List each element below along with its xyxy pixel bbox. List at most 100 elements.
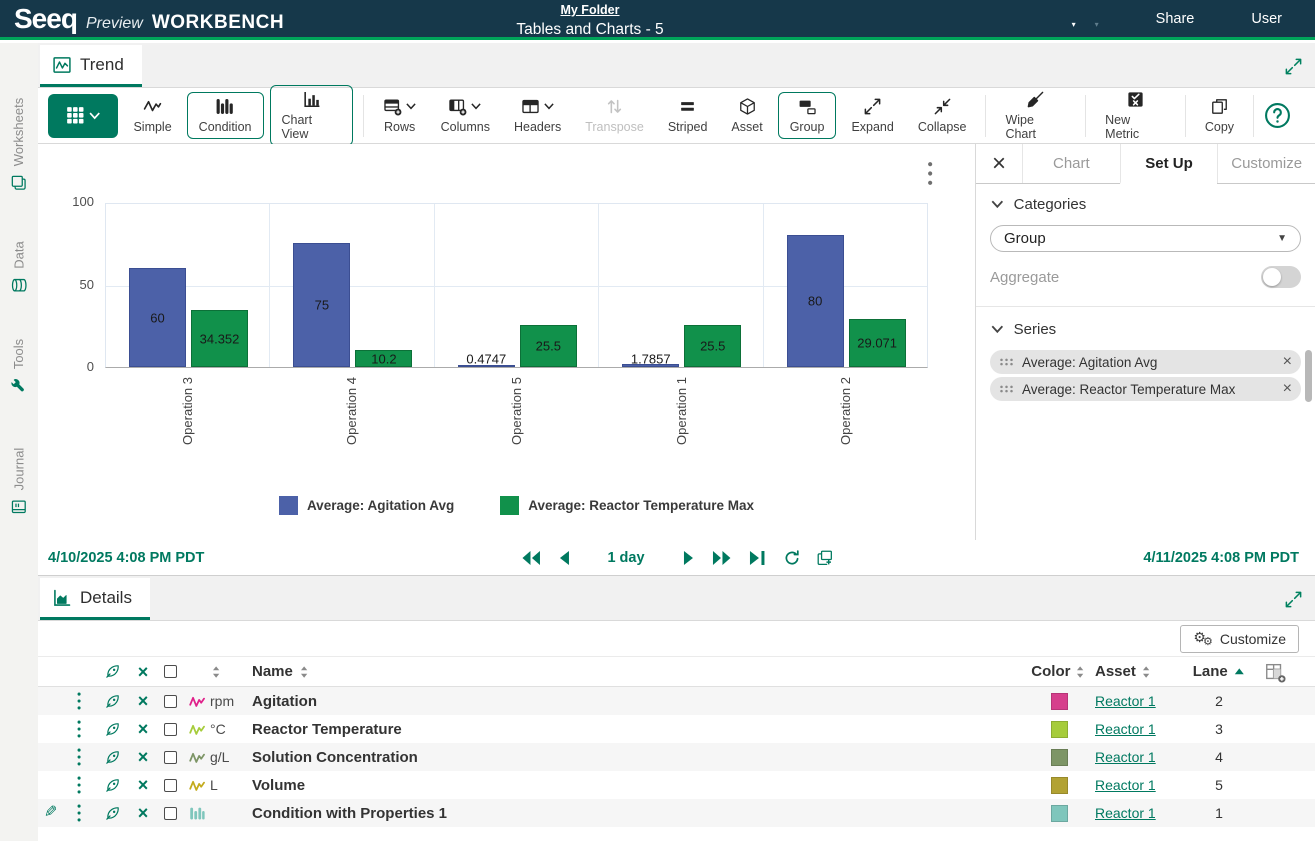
range-duration[interactable]: 1 day: [607, 550, 644, 566]
item-name[interactable]: Solution Concentration: [252, 749, 418, 766]
item-name[interactable]: Agitation: [252, 693, 317, 710]
drag-handle-icon[interactable]: [999, 357, 1014, 367]
table-row-solution-concentration[interactable]: ×g/LSolution ConcentrationReactor 14: [38, 743, 1315, 771]
close-panel-icon[interactable]: ×: [976, 144, 1022, 183]
series-chip[interactable]: Average: Agitation Avg×: [990, 350, 1301, 374]
auto-update-icon[interactable]: [783, 549, 801, 567]
panel-tab-customize[interactable]: Customize: [1217, 144, 1315, 183]
row-checkbox[interactable]: [164, 779, 177, 792]
sidebar-item-tools[interactable]: Tools: [0, 315, 38, 417]
remove-item-icon[interactable]: ×: [138, 748, 149, 766]
investigate-rocket-icon[interactable]: [104, 777, 121, 794]
table-row-condition-with-properties-1[interactable]: ✎×Condition with Properties 1Reactor 11: [38, 799, 1315, 827]
striped-button[interactable]: Striped: [659, 92, 717, 139]
simple-button[interactable]: Simple: [124, 92, 180, 139]
collapse-button[interactable]: Collapse: [909, 92, 976, 139]
condition-button[interactable]: Condition: [187, 92, 264, 139]
rows-button[interactable]: Rows: [374, 92, 426, 139]
item-name[interactable]: Reactor Temperature: [252, 721, 402, 738]
sidebar-item-worksheets[interactable]: Worksheets: [0, 69, 38, 219]
row-menu-kebab-icon[interactable]: [76, 747, 82, 767]
color-swatch[interactable]: [1051, 805, 1068, 822]
range-end-time[interactable]: 4/11/2025 4:08 PM PDT: [1143, 550, 1299, 566]
row-menu-kebab-icon[interactable]: [76, 775, 82, 795]
row-checkbox[interactable]: [164, 695, 177, 708]
sidebar-item-journal[interactable]: Journal: [0, 417, 38, 545]
step-back-half-icon[interactable]: [556, 549, 570, 567]
asset-link[interactable]: Reactor 1: [1095, 777, 1156, 793]
row-menu-kebab-icon[interactable]: [76, 691, 82, 711]
color-column-header[interactable]: Color: [1031, 663, 1070, 680]
duplicate-schedule-icon[interactable]: [816, 549, 834, 567]
user-menu-button[interactable]: User: [1245, 8, 1282, 30]
asset-column-header[interactable]: Asset: [1095, 663, 1136, 680]
row-menu-kebab-icon[interactable]: [76, 803, 82, 823]
expand-trend-icon[interactable]: [1284, 57, 1303, 76]
item-name[interactable]: Volume: [252, 777, 305, 794]
undo-button[interactable]: ▾: [1070, 8, 1076, 30]
expand-details-icon[interactable]: [1284, 590, 1303, 609]
row-checkbox[interactable]: [164, 751, 177, 764]
copy-button[interactable]: Copy: [1196, 92, 1243, 139]
row-menu-kebab-icon[interactable]: [76, 719, 82, 739]
share-button[interactable]: Share: [1150, 8, 1195, 30]
seeq-logo[interactable]: Seeq Preview WORKBENCH: [14, 3, 284, 35]
remove-item-icon[interactable]: ×: [138, 804, 149, 822]
remove-series-icon[interactable]: ×: [1283, 354, 1292, 370]
tab-trend[interactable]: Trend: [40, 45, 142, 87]
row-checkbox[interactable]: [164, 807, 177, 820]
remove-all-icon[interactable]: ×: [138, 663, 149, 681]
aggregate-toggle[interactable]: [1261, 266, 1301, 288]
asset-link[interactable]: Reactor 1: [1095, 749, 1156, 765]
sort-name-icon[interactable]: [298, 665, 310, 679]
item-name[interactable]: Condition with Properties 1: [252, 805, 447, 822]
wipe-chart-button[interactable]: Wipe Chart: [996, 85, 1075, 146]
panel-tab-chart[interactable]: Chart: [1022, 144, 1120, 183]
step-back-full-icon[interactable]: [519, 549, 541, 567]
color-swatch[interactable]: [1051, 749, 1068, 766]
sort-asset-icon[interactable]: [1140, 665, 1152, 679]
investigate-rocket-icon[interactable]: [104, 805, 121, 822]
redo-button[interactable]: ▾: [1093, 8, 1099, 30]
color-swatch[interactable]: [1051, 777, 1068, 794]
remove-series-icon[interactable]: ×: [1283, 381, 1292, 397]
add-column-icon[interactable]: [1264, 661, 1286, 683]
asset-button[interactable]: Asset: [722, 92, 771, 139]
name-column-header[interactable]: Name: [252, 663, 293, 680]
customize-button[interactable]: ⚙⚙ Customize: [1180, 625, 1299, 653]
tab-details[interactable]: Details: [40, 578, 150, 620]
expand-button[interactable]: Expand: [842, 92, 902, 139]
color-swatch[interactable]: [1051, 693, 1068, 710]
lane-column-header[interactable]: Lane: [1193, 663, 1228, 680]
series-section-header[interactable]: Series: [990, 321, 1301, 338]
table-grid-button[interactable]: [48, 94, 118, 138]
range-start-time[interactable]: 4/10/2025 4:08 PM PDT: [48, 550, 204, 566]
chart-menu-kebab-icon[interactable]: [926, 160, 934, 187]
table-row-reactor-temperature[interactable]: ×°CReactor TemperatureReactor 13: [38, 715, 1315, 743]
group-category-select[interactable]: Group ▼: [990, 225, 1301, 252]
asset-link[interactable]: Reactor 1: [1095, 805, 1156, 821]
investigate-rocket-icon[interactable]: [104, 693, 121, 710]
new-metric-button[interactable]: New Metric: [1096, 85, 1175, 146]
asset-link[interactable]: Reactor 1: [1095, 693, 1156, 709]
investigate-rocket-icon[interactable]: [104, 663, 121, 680]
investigate-rocket-icon[interactable]: [104, 749, 121, 766]
headers-button[interactable]: Headers: [505, 92, 570, 139]
step-to-now-icon[interactable]: [748, 549, 768, 567]
panel-tab-set-up[interactable]: Set Up: [1120, 144, 1218, 184]
step-forward-half-icon[interactable]: [682, 549, 696, 567]
series-chip[interactable]: Average: Reactor Temperature Max×: [990, 377, 1301, 401]
step-forward-full-icon[interactable]: [711, 549, 733, 567]
help-icon[interactable]: [1264, 102, 1291, 129]
chart-view-button[interactable]: Chart View: [270, 85, 353, 146]
remove-item-icon[interactable]: ×: [138, 720, 149, 738]
columns-button[interactable]: Columns: [432, 92, 499, 139]
categories-section-header[interactable]: Categories: [990, 196, 1301, 213]
sort-unit-icon[interactable]: [210, 665, 222, 679]
table-row-agitation[interactable]: ×rpmAgitationReactor 12: [38, 687, 1315, 715]
color-swatch[interactable]: [1051, 721, 1068, 738]
row-checkbox[interactable]: [164, 723, 177, 736]
asset-link[interactable]: Reactor 1: [1095, 721, 1156, 737]
edit-pencil-icon[interactable]: ✎: [44, 805, 57, 821]
legend-item[interactable]: Average: Agitation Avg: [279, 496, 454, 515]
